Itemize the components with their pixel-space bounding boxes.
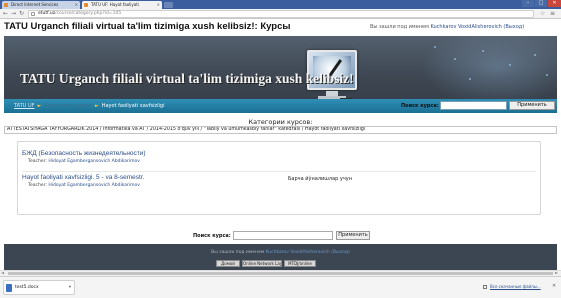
nav-search-button[interactable]: Применить [509, 101, 555, 110]
teacher-link[interactable]: Hidoyat Egambergansovich Abdikarimov [48, 183, 140, 188]
page-content: TATU Urganch filiali virtual ta'lim tizi… [0, 19, 561, 270]
url-path: /course/category.php?id=105 [55, 11, 122, 16]
teacher-label: Teacher: [28, 183, 47, 188]
download-filename: test5.docx [15, 285, 39, 290]
tab-close-icon[interactable]: × [157, 1, 160, 9]
back-arrow-icon[interactable]: ← [3, 10, 8, 18]
minimize-button[interactable]: – [522, 0, 534, 7]
maximize-button[interactable]: □ [535, 0, 547, 7]
browser-tab-2-label: TATU UF: Hayot faoliyati [91, 2, 139, 7]
scroll-left-icon[interactable]: ◄ [1, 270, 4, 275]
downloads-icon [483, 285, 487, 289]
nav-search-input[interactable] [440, 101, 507, 110]
map-dot [434, 46, 436, 48]
login-prefix: Вы зашли под именем [370, 24, 429, 30]
breadcrumb-arrow-icon: ► [94, 103, 99, 109]
browser-menu-icon[interactable]: ≡ [550, 10, 555, 18]
reload-icon[interactable]: ↻ [19, 10, 24, 18]
course-item: Hayot faoliyati xavfsizligi. 5 - va 8-se… [22, 174, 538, 196]
teacher-link[interactable]: Hidoyat Egambergansovich Abdikarimov [48, 159, 140, 164]
footer-network-button[interactable]: Online Network Layer [242, 260, 282, 267]
nav-search-label: Поиск курса: [401, 103, 439, 109]
bottom-search-button[interactable]: Применить [336, 231, 370, 240]
address-toolbar: ← → ↻ etutf.uz/course/category.php?id=10… [0, 9, 561, 19]
forward-arrow-icon[interactable]: → [11, 10, 16, 18]
page-title: TATU Urganch filiali virtual ta'lim tizi… [4, 21, 291, 32]
map-dot [469, 78, 471, 80]
footer-home-button[interactable]: Домой [216, 260, 240, 267]
page-info-icon [31, 12, 35, 16]
close-window-button[interactable]: ✕ [548, 0, 561, 7]
document-icon [6, 284, 12, 292]
teacher-label: Teacher: [28, 159, 47, 164]
footer-online-button[interactable]: MTDJ/online [284, 260, 316, 267]
logout-link[interactable]: (Выход) [503, 24, 524, 30]
scrollbar-thumb[interactable] [8, 272, 553, 275]
course-link[interactable]: БЖД (Безопасность жизнедеятельности) [22, 150, 538, 157]
browser-tab-1-label: Direct Internet Services [11, 2, 59, 7]
tab-close-icon[interactable]: × [75, 1, 78, 9]
new-tab-button[interactable] [164, 2, 173, 8]
footer-login-prefix: Вы зашли под именем [211, 250, 265, 255]
download-item[interactable]: test5.docx ▾ [3, 280, 75, 295]
url-input[interactable]: etutf.uz/course/category.php?id=105 [28, 10, 534, 18]
url-host: etutf.uz [38, 11, 56, 16]
breadcrumb-arrow-icon: ► [37, 103, 42, 109]
bottom-search-input[interactable] [233, 231, 333, 240]
download-bar: test5.docx ▾ Все скачанные файлы... ✕ [0, 276, 561, 298]
browser-tab-2[interactable]: TATU UF: Hayot faoliyati × [82, 1, 162, 9]
breadcrumb-courses-link[interactable]: Категории курсов [44, 103, 91, 109]
show-all-downloads-label: Все скачанные файлы... [490, 284, 541, 289]
page-footer: Вы зашли под именем Kuchkarov VoxidAlish… [4, 244, 557, 270]
map-dot [509, 64, 511, 66]
show-all-downloads-link[interactable]: Все скачанные файлы... [483, 284, 541, 289]
category-path-select[interactable]: ATTESTATSIYAGA TAYYORGARLIK 2014 / Infor… [4, 126, 557, 134]
breadcrumb-home-link[interactable]: TATU UF [14, 103, 35, 109]
teacher-line: Teacher: Hidoyat Egambergansovich Abdika… [22, 183, 538, 188]
browser-tab-1[interactable]: Direct Internet Services × [2, 1, 80, 9]
footer-logout-link[interactable]: (Выход) [331, 250, 350, 255]
user-profile-link[interactable]: Kuchkarov VoxidAlisherovich [430, 24, 501, 30]
course-divider [22, 171, 536, 172]
navigation-bar: TATU UF ► Категории курсов ► Hayot faoliyati… [4, 99, 557, 113]
tab-favicon-icon [4, 3, 8, 7]
bookmark-star-icon[interactable]: ☆ [540, 10, 545, 18]
breadcrumb: TATU UF ► Категории курсов ► Hayot faoliyati… [14, 102, 164, 110]
course-summary: Барча йўналишлар учун [288, 176, 353, 182]
tab-favicon-icon [84, 3, 88, 7]
bottom-search-label: Поиск курса: [193, 233, 231, 239]
categories-heading: Категории курсов: [248, 118, 313, 126]
scroll-right-icon[interactable]: ► [555, 270, 558, 275]
teacher-line: Teacher: Hidoyat Egambergansovich Abdika… [22, 159, 538, 164]
login-info: Вы зашли под именем Kuchkarov VoxidAlish… [370, 24, 524, 30]
course-item: БЖД (Безопасность жизнедеятельности) Tea… [22, 150, 538, 172]
map-dot [482, 50, 484, 52]
browser-tab-bar: Direct Internet Services × TATU UF: Hayo… [0, 0, 561, 9]
map-dot [454, 58, 456, 60]
chevron-down-icon[interactable]: ▾ [69, 281, 71, 294]
map-dot [546, 74, 548, 76]
footer-user-link[interactable]: Kuchkarov VoxidAlisherovich [266, 250, 330, 255]
course-link[interactable]: Hayot faoliyati xavfsizligi. 5 - va 8-se… [22, 174, 538, 181]
close-icon[interactable]: ✕ [552, 283, 556, 289]
map-dot [534, 54, 536, 56]
banner-title: TATU Urganch filiali virtual ta'lim tizi… [20, 71, 354, 86]
breadcrumb-current: Hayot faoliyati xavfsizligi [101, 103, 165, 109]
footer-login-info: Вы зашли под именем Kuchkarov VoxidAlish… [4, 250, 557, 255]
